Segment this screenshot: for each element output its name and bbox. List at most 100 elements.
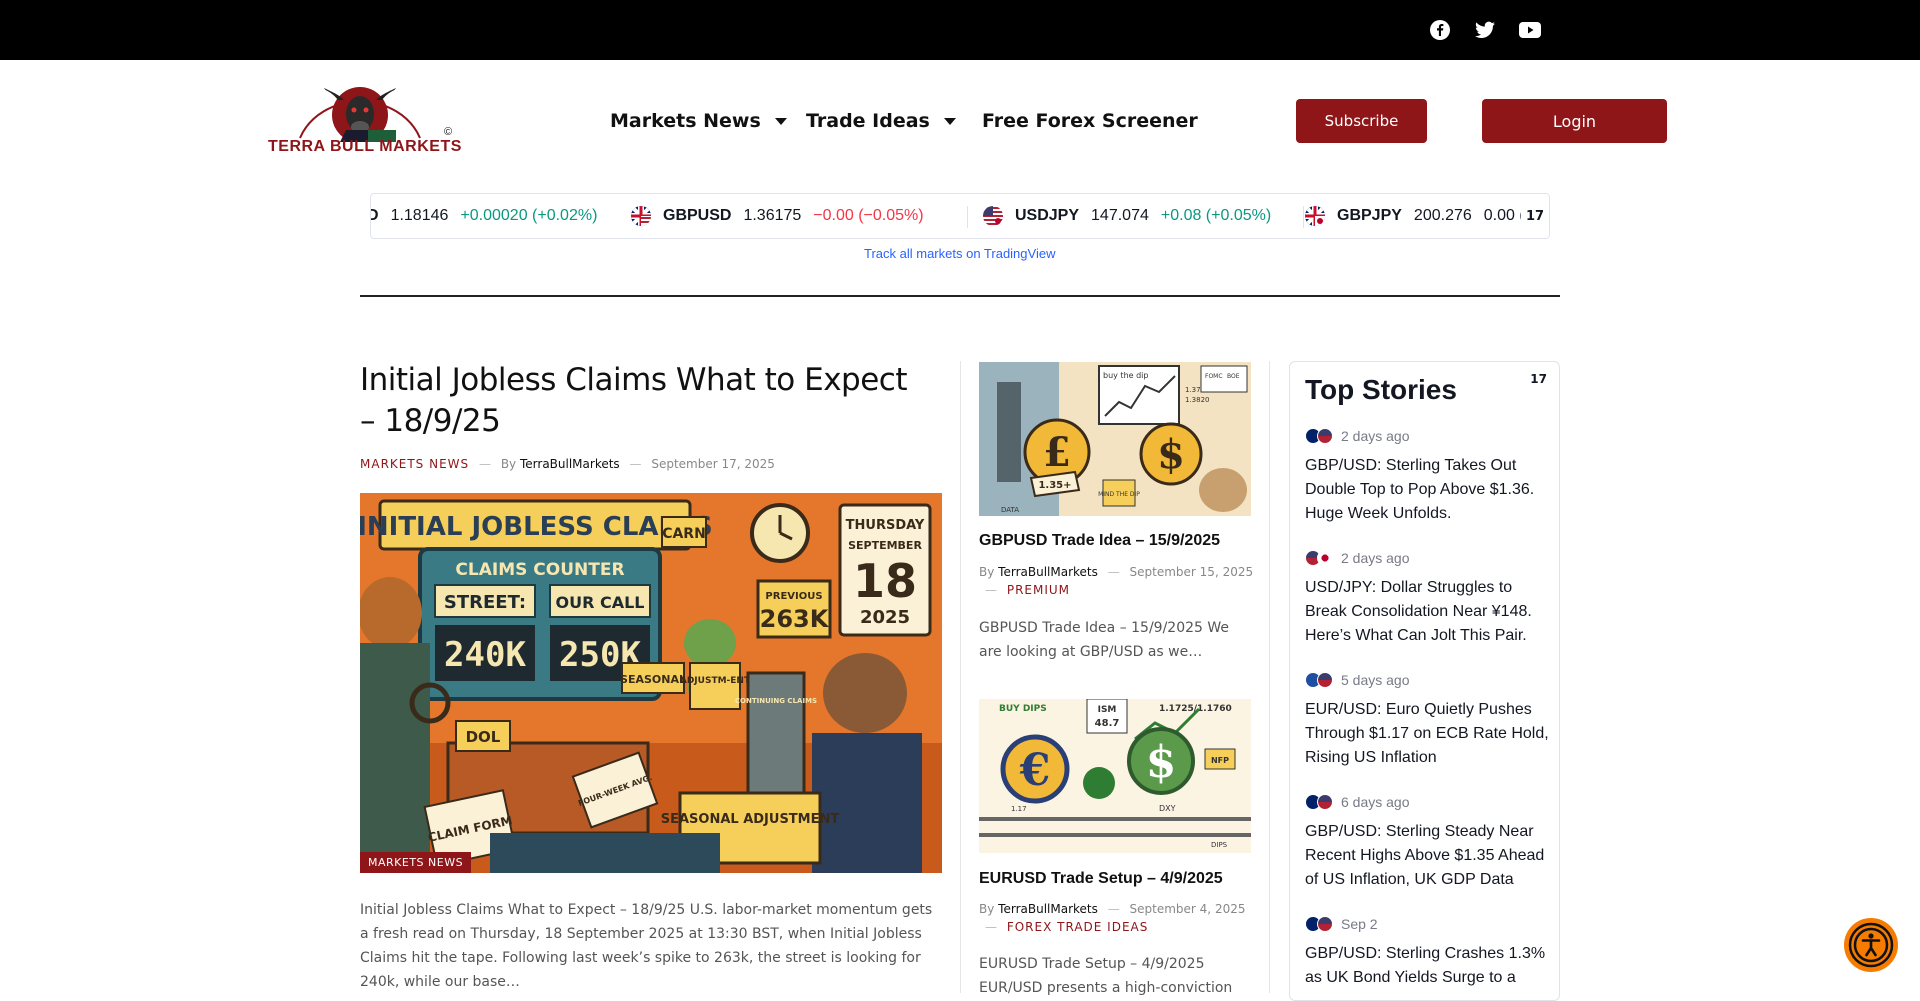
- svg-text:1.35+: 1.35+: [1038, 480, 1071, 491]
- featured-article-title[interactable]: Initial Jobless Claims What to Expect – …: [360, 360, 920, 442]
- ticker-symbol: GBPUSD: [663, 207, 732, 224]
- tradingview-logo-icon[interactable]: 17: [1521, 194, 1549, 238]
- svg-text:NFP: NFP: [1211, 756, 1229, 765]
- svg-text:buy the dip: buy the dip: [1103, 371, 1148, 380]
- card-image[interactable]: BUY DIPS ISM 48.7 1.1725/1.1760 NFP € $ …: [979, 699, 1251, 853]
- ticker-item[interactable]: USDJPY 147.074 +0.08 (+0.05%): [983, 194, 1271, 238]
- svg-text:BOE: BOE: [1227, 373, 1240, 380]
- story-time: 6 days ago: [1341, 794, 1410, 810]
- card-author-link[interactable]: TerraBullMarkets: [998, 902, 1098, 916]
- bull-logo-icon: [299, 87, 421, 143]
- story-item[interactable]: 2 days ago USD/JPY: Dollar Struggles to …: [1305, 548, 1550, 648]
- ticker-item[interactable]: D 1.18146 +0.00020 (+0.02%): [371, 194, 598, 238]
- story-time-row: 2 days ago: [1305, 548, 1550, 568]
- nav-markets-news[interactable]: Markets News: [610, 110, 787, 132]
- featured-category-link[interactable]: MARKETS NEWS: [360, 457, 469, 471]
- logo-text: TERRA BULL MARKETS: [268, 138, 462, 155]
- ticker-price: 147.074: [1091, 207, 1149, 224]
- story-item[interactable]: Sep 2 GBP/USD: Sterling Crashes 1.3% as …: [1305, 914, 1550, 990]
- svg-text:STREET:: STREET:: [444, 592, 526, 613]
- svg-text:240K: 240K: [444, 635, 526, 675]
- accessibility-icon: [1848, 922, 1894, 968]
- svg-text:BUY DIPS: BUY DIPS: [999, 704, 1047, 714]
- story-time: 5 days ago: [1341, 672, 1410, 688]
- story-item[interactable]: 2 days ago GBP/USD: Sterling Takes Out D…: [1305, 426, 1550, 526]
- facebook-icon[interactable]: [1428, 18, 1452, 42]
- svg-text:PREVIOUS: PREVIOUS: [765, 591, 822, 602]
- svg-text:CLAIMS COUNTER: CLAIMS COUNTER: [455, 560, 624, 580]
- ticker-symbol: USDJPY: [1015, 207, 1080, 224]
- svg-text:$: $: [1157, 431, 1185, 478]
- header-divider: [360, 295, 1560, 297]
- svg-text:DXY: DXY: [1159, 804, 1176, 813]
- ticker-price: 1.36175: [743, 207, 802, 224]
- svg-text:1.17: 1.17: [1011, 805, 1027, 813]
- copyright-mark: ©: [444, 126, 453, 138]
- twitter-icon[interactable]: [1473, 18, 1497, 42]
- svg-text:SEPTEMBER: SEPTEMBER: [848, 539, 922, 552]
- login-button[interactable]: Login: [1482, 99, 1667, 143]
- card-author-link[interactable]: TerraBullMarkets: [998, 565, 1098, 579]
- chevron-down-icon: [774, 117, 787, 125]
- svg-text:€: €: [1019, 745, 1051, 796]
- card-category-link[interactable]: PREMIUM: [1007, 583, 1070, 597]
- svg-text:FOMC: FOMC: [1205, 373, 1223, 380]
- card-category-row: — FOREX TRADE IDEAS: [985, 920, 1149, 934]
- svg-text:DIPS: DIPS: [1211, 841, 1228, 849]
- nav-markets-news-label: Markets News: [610, 110, 761, 132]
- story-time: 2 days ago: [1341, 428, 1410, 444]
- gb-us-flag-icon: [631, 206, 651, 226]
- subscribe-button[interactable]: Subscribe: [1296, 99, 1427, 143]
- card-category-row: — PREMIUM: [985, 583, 1071, 597]
- svg-text:THURSDAY: THURSDAY: [846, 518, 925, 533]
- card-image[interactable]: buy the dip 1.3700 1.3820 FOMC BOE £ 1.3…: [979, 362, 1251, 516]
- nav-free-forex-screener[interactable]: Free Forex Screener: [982, 110, 1198, 132]
- card-category-link[interactable]: FOREX TRADE IDEAS: [1007, 920, 1149, 934]
- ticker-divider: [967, 206, 968, 228]
- svg-text:48.7: 48.7: [1095, 718, 1120, 729]
- story-item[interactable]: 6 days ago GBP/USD: Sterling Steady Near…: [1305, 792, 1550, 892]
- chevron-down-icon: [943, 117, 956, 125]
- story-headline: GBP/USD: Sterling Takes Out Double Top t…: [1305, 457, 1535, 522]
- by-label: By: [979, 902, 995, 916]
- svg-text:SEASONAL ADJUSTMENT: SEASONAL ADJUSTMENT: [661, 812, 840, 827]
- accessibility-button[interactable]: [1844, 918, 1898, 972]
- image-banner-text: INITIAL JOBLESS CLAIMS: [360, 512, 713, 542]
- youtube-icon[interactable]: [1518, 18, 1542, 42]
- featured-image[interactable]: INITIAL JOBLESS CLAIMS CLAIMS COUNTER ST…: [360, 493, 942, 873]
- story-time-row: 2 days ago: [1305, 426, 1550, 446]
- top-stories-title: Top Stories: [1305, 374, 1457, 405]
- site-logo[interactable]: TERRA BULL MARKETS ©: [268, 82, 461, 158]
- svg-text:SEASONAL: SEASONAL: [620, 673, 686, 686]
- ticker-change: −0.00 (−0.05%): [813, 207, 924, 224]
- featured-date: September 17, 2025: [651, 457, 775, 471]
- ticker-item[interactable]: GBPJPY 200.276 0.00 (: [1305, 194, 1525, 238]
- column-divider: [960, 361, 961, 993]
- svg-text:$: $: [1146, 737, 1177, 788]
- featured-author-link[interactable]: TerraBullMarkets: [520, 457, 620, 471]
- card-title[interactable]: GBPUSD Trade Idea – 15/9/2025: [979, 532, 1254, 550]
- story-headline: EUR/USD: Euro Quietly Pushes Through $1.…: [1305, 701, 1549, 766]
- ticker-price: 200.276: [1413, 207, 1472, 224]
- svg-text:MIND THE DIP: MIND THE DIP: [1098, 491, 1140, 498]
- featured-image-badge[interactable]: MARKETS NEWS: [360, 852, 472, 873]
- tradingview-logo-icon[interactable]: 17: [1530, 372, 1547, 386]
- story-time-row: 6 days ago: [1305, 792, 1550, 812]
- nav-trade-ideas[interactable]: Trade Ideas: [806, 110, 956, 132]
- ticker-change: +0.00020 (+0.02%): [460, 207, 598, 224]
- story-time: Sep 2: [1341, 916, 1378, 932]
- by-label: By: [979, 565, 995, 579]
- card-title[interactable]: EURUSD Trade Setup – 4/9/2025: [979, 870, 1254, 888]
- featured-excerpt: Initial Jobless Claims What to Expect – …: [360, 902, 933, 990]
- card-date: September 4, 2025: [1129, 902, 1246, 916]
- site-header: TERRA BULL MARKETS © Markets News Trade …: [0, 60, 1920, 180]
- nav-trade-ideas-label: Trade Ideas: [806, 110, 930, 132]
- ticker-tape[interactable]: D 1.18146 +0.00020 (+0.02%) GBPUSD 1.361…: [370, 193, 1550, 239]
- story-item[interactable]: 5 days ago EUR/USD: Euro Quietly Pushes …: [1305, 670, 1550, 770]
- track-all-markets-link[interactable]: Track all markets on TradingView: [864, 246, 1055, 261]
- by-label: By: [500, 457, 517, 471]
- card-meta: By TerraBullMarkets — September 4, 2025: [979, 902, 1246, 916]
- story-headline: GBP/USD: Sterling Steady Near Recent Hig…: [1305, 823, 1545, 888]
- ticker-item[interactable]: GBPUSD 1.36175 −0.00 (−0.05%): [631, 194, 924, 238]
- svg-text:1.3820: 1.3820: [1185, 396, 1210, 404]
